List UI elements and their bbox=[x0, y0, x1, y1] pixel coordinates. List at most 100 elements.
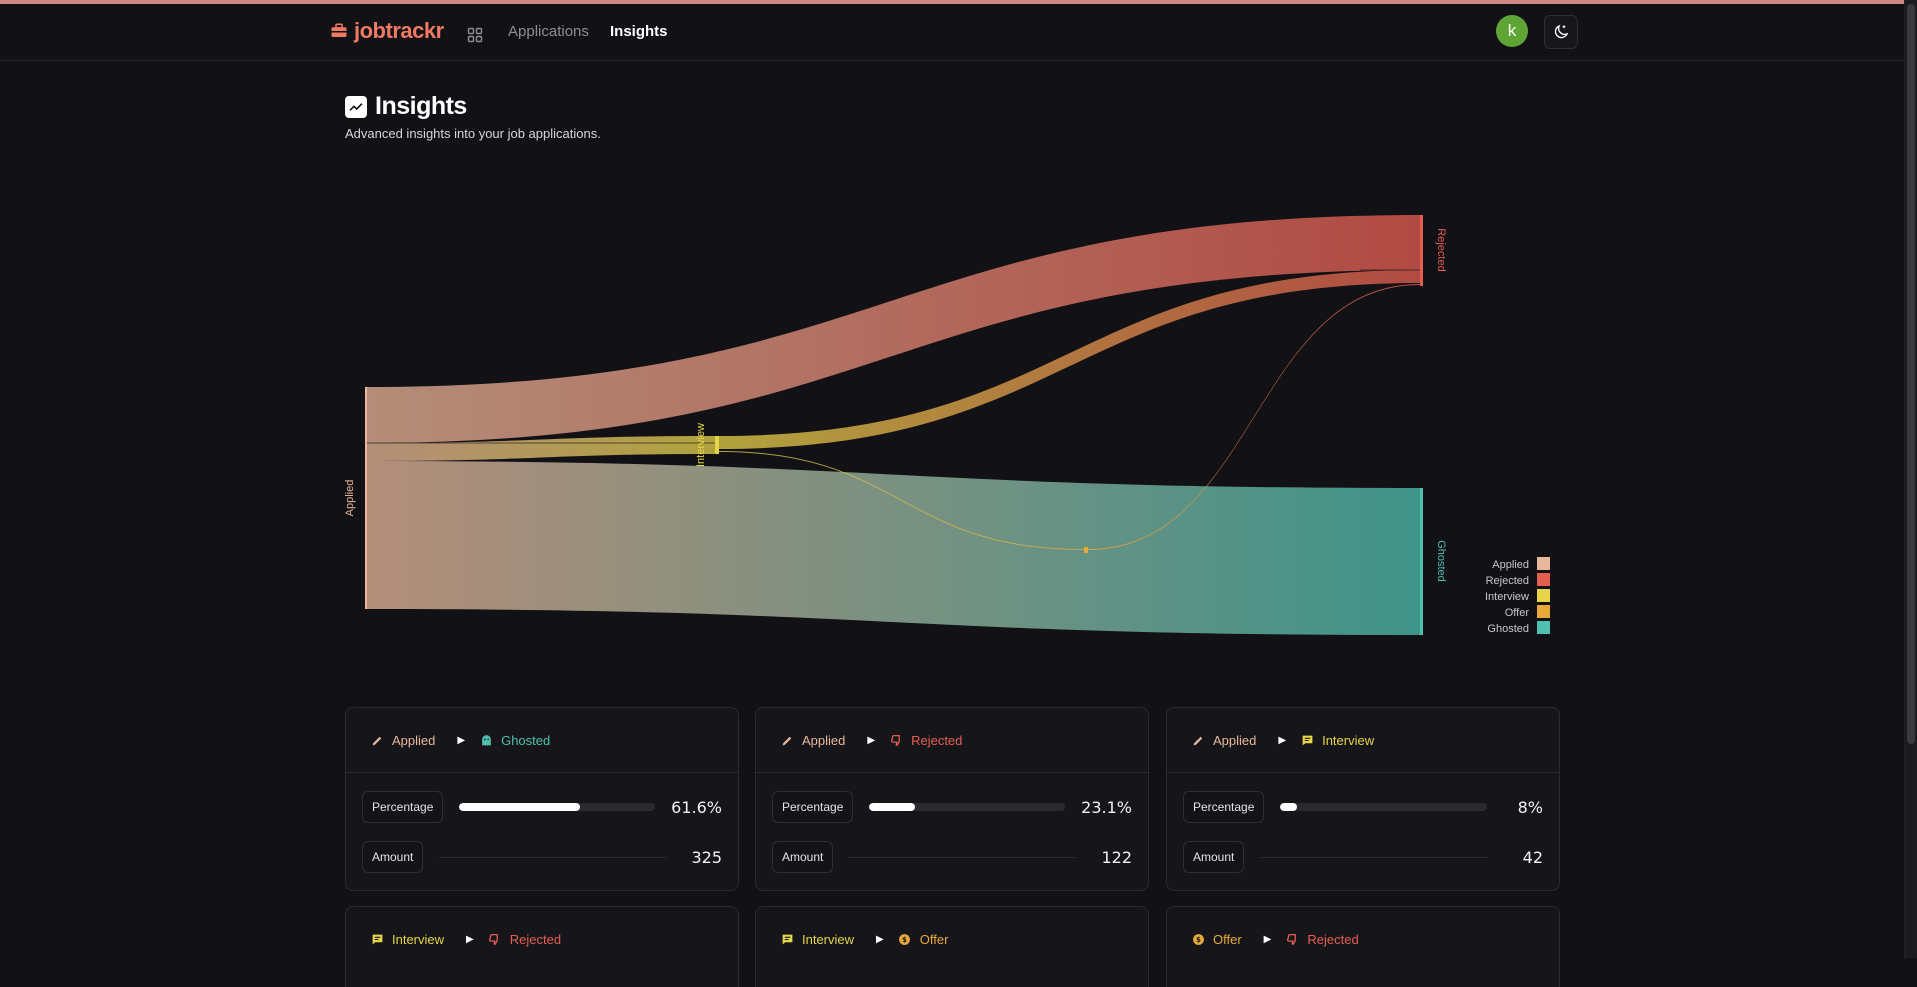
transition-label: Interview ▶ $ Offer bbox=[780, 932, 948, 947]
dollar-coin-icon: $ bbox=[898, 933, 912, 947]
legend-ghosted-label: Ghosted bbox=[1487, 623, 1529, 635]
chat-icon bbox=[1300, 734, 1314, 748]
svg-text:$: $ bbox=[902, 935, 907, 944]
transition-to: Interview bbox=[1322, 733, 1375, 748]
transition-from: Interview bbox=[392, 932, 445, 947]
percentage-label: Percentage bbox=[1183, 791, 1265, 823]
transition-from: Offer bbox=[1213, 932, 1242, 947]
page-subtitle: Advanced insights into your job applicat… bbox=[345, 126, 601, 141]
flow-applied-ghosted bbox=[367, 461, 1420, 635]
app-header: jobtrackr Applications Insights k bbox=[0, 4, 1905, 61]
node-rejected[interactable] bbox=[1420, 215, 1423, 286]
node-interview[interactable] bbox=[715, 436, 719, 454]
briefcase-icon bbox=[331, 23, 347, 37]
percentage-label: Percentage bbox=[772, 791, 854, 823]
transition-from: Applied bbox=[1213, 733, 1257, 748]
grid-icon[interactable] bbox=[467, 27, 483, 43]
legend-applied-swatch bbox=[1537, 557, 1550, 570]
user-avatar[interactable]: k bbox=[1496, 15, 1528, 47]
percentage-bar bbox=[1280, 803, 1487, 811]
transition-label: Applied ▶ Rejected bbox=[780, 733, 962, 748]
sankey-legend: Applied Rejected Interview Offer Ghosted bbox=[1485, 557, 1550, 635]
legend-offer-label: Offer bbox=[1505, 607, 1530, 619]
dollar-coin-icon: $ bbox=[1191, 933, 1205, 947]
legend-interview-label: Interview bbox=[1485, 591, 1529, 603]
caret-right-icon: ▶ bbox=[1278, 735, 1287, 746]
transition-card-offer-rejected: $ Offer ▶ Rejected bbox=[1166, 906, 1560, 987]
amount-value: 42 bbox=[1522, 847, 1543, 867]
nav-applications[interactable]: Applications bbox=[508, 23, 589, 40]
transition-to: Offer bbox=[919, 932, 949, 947]
sankey-diagram: Applied Interview Rejected Ghosted Appli… bbox=[344, 215, 1550, 635]
amount-row: Amount 325 bbox=[362, 841, 722, 873]
node-label-rejected: Rejected bbox=[1435, 228, 1447, 271]
node-ghosted[interactable] bbox=[1420, 488, 1423, 635]
node-offer[interactable] bbox=[1084, 547, 1088, 553]
page-title: Insights bbox=[375, 92, 467, 120]
nav-insights[interactable]: Insights bbox=[610, 23, 668, 40]
node-applied[interactable] bbox=[365, 387, 367, 609]
transition-to: Rejected bbox=[1307, 932, 1359, 947]
amount-value: 325 bbox=[691, 847, 722, 867]
percentage-row: Percentage 61.6% bbox=[362, 791, 722, 823]
card-header: Interview ▶ Rejected bbox=[346, 907, 738, 971]
page-scrollbar[interactable] bbox=[1904, 0, 1917, 958]
ghost-icon bbox=[479, 734, 493, 748]
flow-applied-rejected bbox=[367, 215, 1420, 443]
card-header: Applied ▶ Rejected bbox=[756, 708, 1148, 773]
amount-label: Amount bbox=[1183, 841, 1245, 873]
thumbs-down-icon bbox=[1285, 933, 1299, 947]
legend-applied-label: Applied bbox=[1492, 559, 1529, 571]
theme-toggle-button[interactable] bbox=[1544, 15, 1578, 49]
percentage-label: Percentage bbox=[362, 791, 444, 823]
percentage-bar bbox=[869, 803, 1066, 811]
percentage-row: Percentage 23.1% bbox=[772, 791, 1132, 823]
scrollbar-thumb[interactable] bbox=[1907, 4, 1915, 744]
amount-divider bbox=[849, 856, 1076, 858]
legend-interview-swatch bbox=[1537, 589, 1550, 602]
pencil-icon bbox=[370, 734, 384, 748]
amount-row: Amount 42 bbox=[1183, 841, 1543, 873]
legend-rejected-swatch bbox=[1537, 573, 1550, 586]
percentage-bar-fill bbox=[869, 803, 915, 811]
node-label-ghosted: Ghosted bbox=[1435, 540, 1447, 582]
amount-row: Amount 122 bbox=[772, 841, 1132, 873]
transition-to: Ghosted bbox=[501, 733, 551, 748]
thumbs-down-icon bbox=[889, 734, 903, 748]
card-header: $ Offer ▶ Rejected bbox=[1167, 907, 1559, 971]
transition-card-applied-interview: Applied ▶ Interview Percentage 8% Amount… bbox=[1166, 707, 1560, 891]
amount-divider bbox=[439, 856, 666, 858]
node-label-applied: Applied bbox=[344, 480, 356, 517]
svg-text:$: $ bbox=[1196, 935, 1201, 944]
percentage-value: 23.1% bbox=[1081, 797, 1132, 817]
trend-chart-icon bbox=[345, 95, 367, 118]
pencil-icon bbox=[1191, 734, 1205, 748]
transition-from: Applied bbox=[392, 733, 436, 748]
card-header: Applied ▶ Ghosted bbox=[346, 708, 738, 773]
thumbs-down-icon bbox=[488, 933, 502, 947]
percentage-bar-fill bbox=[459, 803, 580, 811]
card-header: Interview ▶ $ Offer bbox=[756, 907, 1148, 971]
caret-right-icon: ▶ bbox=[466, 934, 474, 945]
amount-label: Amount bbox=[362, 841, 424, 873]
chat-icon bbox=[780, 933, 794, 947]
transition-from: Applied bbox=[802, 733, 846, 748]
amount-value: 122 bbox=[1101, 847, 1132, 867]
transition-label: Applied ▶ Ghosted bbox=[370, 733, 550, 748]
amount-label: Amount bbox=[772, 841, 834, 873]
node-label-interview: Interview bbox=[695, 423, 707, 467]
caret-right-icon: ▶ bbox=[457, 735, 466, 746]
transition-label: Interview ▶ Rejected bbox=[370, 932, 561, 947]
transition-label: Applied ▶ Interview bbox=[1191, 733, 1374, 748]
transition-card-applied-rejected: Applied ▶ Rejected Percentage 23.1% Amou… bbox=[755, 707, 1149, 891]
brand-name: jobtrackr bbox=[354, 18, 444, 43]
transition-card-interview-offer: Interview ▶ $ Offer bbox=[755, 906, 1149, 987]
brand-logo[interactable]: jobtrackr bbox=[330, 18, 444, 44]
percentage-bar bbox=[459, 803, 656, 811]
percentage-value: 8% bbox=[1517, 797, 1543, 817]
caret-right-icon: ▶ bbox=[1263, 934, 1272, 945]
card-header: Applied ▶ Interview bbox=[1167, 708, 1559, 773]
chat-icon bbox=[370, 933, 384, 947]
percentage-bar-fill bbox=[1280, 803, 1297, 811]
transition-label: $ Offer ▶ Rejected bbox=[1191, 932, 1359, 947]
